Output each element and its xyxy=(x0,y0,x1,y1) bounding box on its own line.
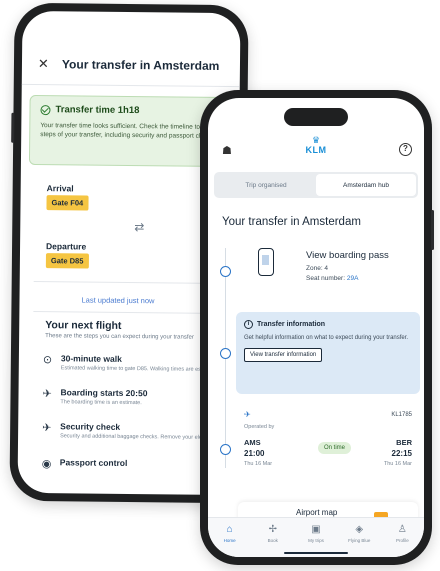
transfer-info-title: Transfer information xyxy=(257,321,326,328)
departure-label: Departure xyxy=(46,241,87,252)
boarding-icon: ✈ xyxy=(42,388,52,401)
step-title: Security check xyxy=(60,421,121,432)
step-title: Passport control xyxy=(59,457,128,468)
departure-airport: AMS xyxy=(244,438,261,447)
arrival-gate-badge: Gate F04 xyxy=(46,195,89,211)
next-flight-subtitle: These are the steps you can expect durin… xyxy=(45,333,194,341)
timeline-dot xyxy=(220,444,231,455)
timeline-dot xyxy=(220,266,231,277)
airport-map-title: Airport map xyxy=(296,508,338,517)
seat-label: Seat number: xyxy=(306,275,346,282)
departure-date: Thu 16 Mar xyxy=(244,461,273,467)
tab-trip-organised[interactable]: Trip organised xyxy=(216,174,316,196)
segmented-tabs: Trip organised Amsterdam hub xyxy=(214,172,418,198)
banner-title-text: Transfer time 1h18 xyxy=(55,104,140,117)
crown-icon: ♛ xyxy=(311,135,321,145)
departure-time: 21:00 xyxy=(244,449,265,458)
nav-label: Flying Blue xyxy=(348,538,371,543)
page-title: Your transfer in Amsterdam xyxy=(222,216,361,228)
transfer-info-heading: i Transfer information xyxy=(244,320,412,329)
nav-item-home[interactable]: ⌂ Home xyxy=(208,518,251,557)
tab-amsterdam-hub[interactable]: Amsterdam hub xyxy=(316,174,416,196)
zone-text: Zone: 4 xyxy=(306,265,329,272)
airline-icon: ✈ xyxy=(244,410,251,419)
nav-item-profile[interactable]: ♙ Profile xyxy=(381,518,424,557)
transfer-info-card: i Transfer information Get helpful infor… xyxy=(236,312,420,394)
divider xyxy=(33,311,224,314)
home-indicator xyxy=(284,552,348,554)
seat-number: 29A xyxy=(346,275,359,282)
check-circle-icon xyxy=(40,104,51,115)
swap-icon: ⇄ xyxy=(134,220,145,235)
arrival-label: Arrival xyxy=(46,183,74,194)
last-updated-link[interactable]: Last updated just now xyxy=(81,296,154,306)
book-icon: ✢ xyxy=(268,524,277,535)
step-description: The boarding time is an estimate. xyxy=(60,399,142,407)
volume-button xyxy=(11,112,15,143)
next-flight-heading: Your next flight xyxy=(45,319,122,332)
dynamic-island xyxy=(284,108,348,126)
boarding-pass-card[interactable]: View boarding pass Zone: 4 Seat number: … xyxy=(236,238,420,302)
help-icon[interactable]: ? xyxy=(399,143,412,156)
mobile-pass-icon xyxy=(258,248,274,276)
operated-by-text: Operated by xyxy=(244,424,275,430)
passport-icon: ◉ xyxy=(41,458,52,471)
notification-icon[interactable]: ☗ xyxy=(222,144,232,157)
divider xyxy=(33,281,224,284)
transfer-info-text: Get helpful information on what to expec… xyxy=(244,335,409,341)
arrival-time: 22:15 xyxy=(391,449,412,458)
nav-label: Home xyxy=(223,538,236,543)
nav-label: Profile xyxy=(396,538,409,543)
status-badge: On time xyxy=(318,442,352,454)
security-icon: ✈ xyxy=(42,422,52,435)
front-phone: ☗ ♛ KLM ? Trip organised Amsterdam hub Y… xyxy=(200,90,434,565)
back-header: ✕ Your transfer in Amsterdam xyxy=(21,44,241,88)
logo-text: KLM xyxy=(305,145,327,155)
step-title: Boarding starts 20:50 xyxy=(60,387,148,399)
front-phone-screen: ☗ ♛ KLM ? Trip organised Amsterdam hub Y… xyxy=(208,98,424,557)
nav-label: Book xyxy=(267,538,278,543)
profile-icon: ♙ xyxy=(397,524,407,535)
boarding-pass-title: View boarding pass xyxy=(306,250,389,261)
step-description: Estimated walking time to gate D85. Walk… xyxy=(60,365,221,373)
flight-number: KL1785 xyxy=(391,412,412,418)
walk-icon: ⊙ xyxy=(42,354,53,367)
flight-card[interactable]: ✈ Operated by KL1785 AMS 21:00 Thu 16 Ma… xyxy=(236,408,420,490)
departure-gate-badge: Gate D85 xyxy=(45,253,89,269)
nav-label: My trips xyxy=(308,538,324,543)
timeline-dot xyxy=(220,348,231,359)
seat-line: Seat number: 29A xyxy=(306,275,358,282)
my-trips-icon: ▣ xyxy=(311,524,321,535)
bottom-nav: ⌂ Home ✢ Book ▣ My trips ◈ Flying Blue ♙… xyxy=(208,517,424,557)
view-transfer-info-button[interactable]: View transfer information xyxy=(244,348,323,362)
close-icon[interactable]: ✕ xyxy=(38,56,49,72)
flying-blue-icon: ◈ xyxy=(355,524,364,535)
power-button xyxy=(431,210,434,250)
arrival-date: Thu 16 Mar xyxy=(383,461,412,467)
arrival-airport: BER xyxy=(396,438,412,447)
home-icon: ⌂ xyxy=(226,524,233,535)
info-icon: i xyxy=(244,320,253,329)
step-title: 30-minute walk xyxy=(60,353,122,364)
klm-logo: ♛ KLM xyxy=(296,135,336,156)
page-title: Your transfer in Amsterdam xyxy=(61,57,220,73)
